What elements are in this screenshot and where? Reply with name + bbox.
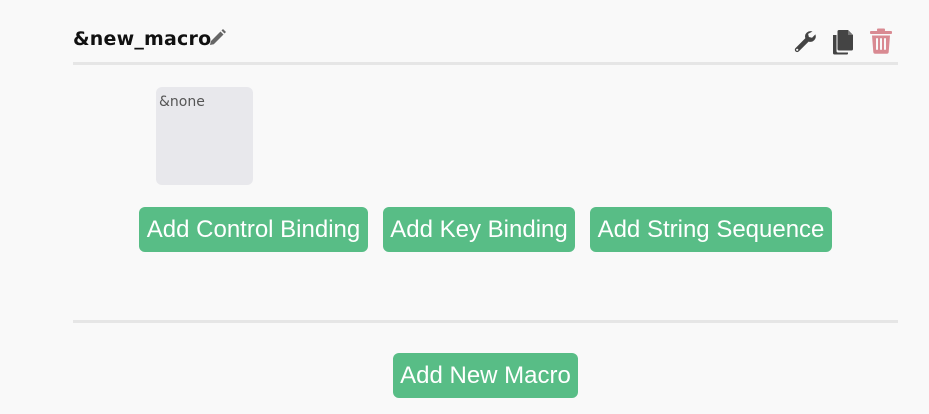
add-key-binding-button[interactable]: Add Key Binding: [383, 207, 575, 252]
add-control-binding-button[interactable]: Add Control Binding: [139, 207, 368, 252]
pencil-icon[interactable]: [207, 28, 227, 48]
add-new-macro-button[interactable]: Add New Macro: [393, 353, 578, 398]
wrench-icon[interactable]: [792, 27, 818, 55]
macro-header: &new_macro: [73, 26, 898, 55]
add-string-sequence-button[interactable]: Add String Sequence: [590, 207, 832, 252]
macro-editor-page: &new_macro &none Add Control Binding Add…: [0, 0, 929, 414]
copy-icon[interactable]: [830, 27, 856, 55]
binding-item[interactable]: &none: [156, 87, 253, 185]
section-divider: [73, 320, 898, 323]
header-divider: [73, 62, 898, 65]
macro-name: &new_macro: [73, 28, 212, 50]
trash-icon[interactable]: [868, 27, 894, 55]
binding-label: &none: [159, 94, 205, 110]
